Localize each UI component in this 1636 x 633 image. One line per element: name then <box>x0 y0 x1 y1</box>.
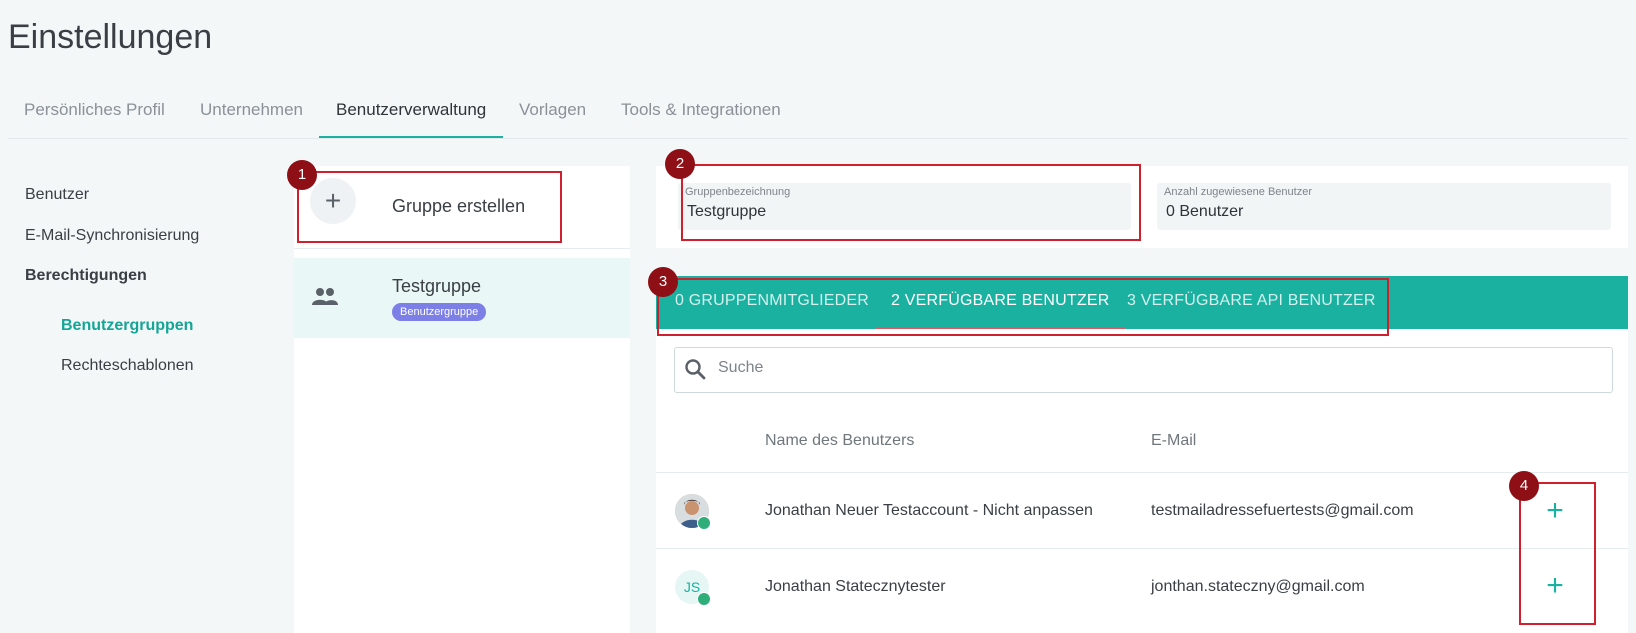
tab-vorlagen[interactable]: Vorlagen <box>519 90 586 136</box>
divider <box>656 472 1628 473</box>
annotation-box <box>681 164 1141 241</box>
user-email: testmailadressefuertests@gmail.com <box>1151 502 1414 519</box>
user-name: Jonathan Neuer Testaccount - Nicht anpas… <box>765 502 1093 519</box>
group-name: Testgruppe <box>392 276 482 296</box>
status-icon <box>697 516 711 530</box>
divider <box>294 248 630 249</box>
sidebar-item-rechteschablonen[interactable]: Rechteschablonen <box>61 357 194 375</box>
tab-tools-integrationen[interactable]: Tools & Integrationen <box>621 90 781 136</box>
column-header-name[interactable]: Name des Benutzers <box>765 432 914 450</box>
group-list-item[interactable] <box>294 258 630 338</box>
annotation-number: 1 <box>287 160 317 190</box>
annotation-box <box>297 171 562 243</box>
user-count-field-value: 0 Benutzer <box>1166 203 1244 220</box>
settings-tabs: Persönliches Profil Unternehmen Benutzer… <box>8 90 1628 139</box>
status-icon <box>697 592 711 606</box>
tab-persoenliches-profil[interactable]: Persönliches Profil <box>24 90 165 136</box>
sidebar-item-benutzer[interactable]: Benutzer <box>25 186 89 204</box>
divider <box>656 548 1628 549</box>
annotation-box <box>657 278 1389 336</box>
user-email: jonthan.stateczny@gmail.com <box>1151 578 1365 595</box>
search-input[interactable] <box>674 347 1613 393</box>
user-name: Jonathan Statecznytester <box>765 578 946 595</box>
annotation-number: 2 <box>665 149 695 179</box>
page-title: Einstellungen <box>8 18 213 56</box>
people-icon <box>312 287 338 310</box>
annotation-number: 4 <box>1509 471 1539 501</box>
search-icon <box>684 358 706 385</box>
sidebar-item-benutzergruppen[interactable]: Benutzergruppen <box>61 317 193 335</box>
sidebar-item-berechtigungen[interactable]: Berechtigungen <box>25 267 147 285</box>
tab-unternehmen[interactable]: Unternehmen <box>200 90 303 136</box>
tab-benutzerverwaltung[interactable]: Benutzerverwaltung <box>319 90 504 138</box>
user-count-field-label: Anzahl zugewiesene Benutzer <box>1164 186 1312 198</box>
column-header-email[interactable]: E-Mail <box>1151 432 1196 450</box>
user-count-field: Anzahl zugewiesene Benutzer 0 Benutzer <box>1157 183 1611 230</box>
annotation-box <box>1519 482 1596 625</box>
sidebar-item-email-sync[interactable]: E-Mail-Synchronisierung <box>25 227 199 245</box>
annotation-number: 3 <box>648 267 678 297</box>
search-placeholder: Suche <box>718 359 764 376</box>
group-type-badge: Benutzergruppe <box>392 303 487 321</box>
